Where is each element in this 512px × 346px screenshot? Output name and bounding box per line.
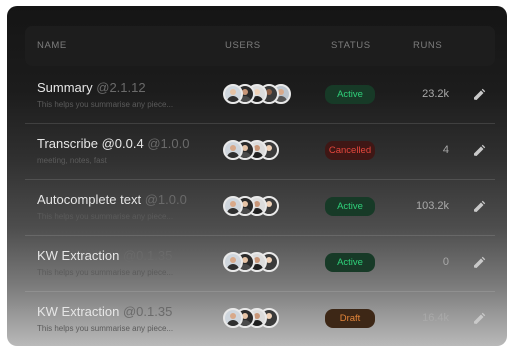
pencil-icon[interactable] bbox=[471, 199, 487, 215]
table-row[interactable]: Autocomplete text @1.0.0 This helps you … bbox=[25, 180, 495, 236]
model-description: This helps you summarise any piece... bbox=[37, 324, 174, 333]
model-version: @1.0.0 bbox=[144, 192, 187, 207]
user-avatar bbox=[223, 84, 243, 104]
model-description: This helps you summarise any piece... bbox=[37, 100, 174, 109]
model-version: @0.1.35 bbox=[122, 248, 173, 263]
column-header-runs: RUNS bbox=[413, 40, 443, 51]
runs-count: 4 bbox=[442, 144, 449, 156]
runs-count: 16.4k bbox=[422, 312, 449, 324]
pencil-icon[interactable] bbox=[471, 87, 487, 103]
model-version: @1.0.0 bbox=[147, 136, 190, 151]
runs-count: 23.2k bbox=[422, 88, 449, 100]
model-description: This helps you summarise any piece... bbox=[37, 212, 174, 221]
table-header: NAME USERS STATUS RUNS bbox=[25, 26, 495, 66]
status-badge: Active bbox=[325, 85, 375, 104]
model-version: @0.1.35 bbox=[122, 304, 173, 319]
pencil-icon[interactable] bbox=[471, 311, 487, 327]
pencil-icon[interactable] bbox=[471, 143, 487, 159]
table-row[interactable]: Transcribe @0.0.4 @1.0.0 meeting, notes,… bbox=[25, 124, 495, 180]
runs-count: 0 bbox=[442, 256, 449, 268]
model-name: Autocomplete text @1.0.0 bbox=[37, 192, 187, 207]
model-name: Transcribe @0.0.4 @1.0.0 bbox=[37, 136, 190, 151]
runs-table-panel: NAME USERS STATUS RUNS Summary @2.1.12 T… bbox=[7, 6, 507, 346]
table-row[interactable]: KW Extraction @0.1.35 This helps you sum… bbox=[25, 292, 495, 346]
status-badge: Cancelled bbox=[325, 141, 375, 160]
status-badge: Draft bbox=[325, 309, 375, 328]
table-row[interactable]: Summary @2.1.12 This helps you summarise… bbox=[25, 68, 495, 124]
model-description: This helps you summarise any piece... bbox=[37, 268, 174, 277]
model-name: Summary @2.1.12 bbox=[37, 80, 146, 95]
model-name: KW Extraction @0.1.35 bbox=[37, 248, 173, 263]
user-avatar bbox=[223, 196, 243, 216]
user-avatar bbox=[223, 308, 243, 328]
model-description: meeting, notes, fast bbox=[37, 156, 107, 165]
model-version: @0.0.4 bbox=[101, 136, 144, 151]
runs-count: 103.2k bbox=[415, 200, 449, 212]
table-row[interactable]: KW Extraction @0.1.35 This helps you sum… bbox=[25, 236, 495, 292]
column-header-name: NAME bbox=[37, 40, 67, 51]
user-avatar bbox=[223, 252, 243, 272]
status-badge: Active bbox=[325, 253, 375, 272]
model-version: @2.1.12 bbox=[96, 80, 146, 95]
status-badge: Active bbox=[325, 197, 375, 216]
user-avatar bbox=[223, 140, 243, 160]
column-header-status: STATUS bbox=[331, 40, 371, 51]
model-name: KW Extraction @0.1.35 bbox=[37, 304, 173, 319]
column-header-users: USERS bbox=[225, 40, 261, 51]
pencil-icon[interactable] bbox=[471, 255, 487, 271]
